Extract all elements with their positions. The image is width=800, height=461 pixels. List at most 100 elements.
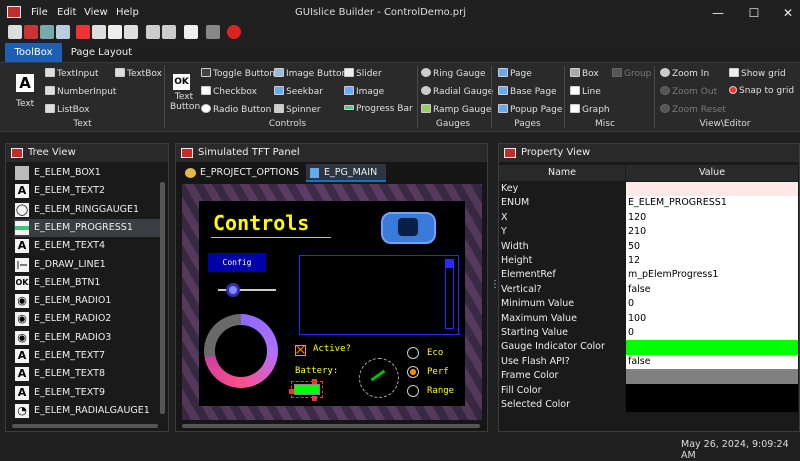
property-value[interactable]	[626, 369, 798, 384]
menu-help[interactable]: Help	[116, 7, 139, 18]
property-value[interactable]: 210	[626, 225, 798, 240]
tree-item[interactable]: ◔ E_ELEM_RADIALGAUGE1	[14, 402, 164, 420]
tree-item[interactable]: E_ELEM_BOX1	[14, 164, 164, 182]
ribbon-toggle-button[interactable]: Toggle Button	[201, 68, 275, 79]
ribbon-box[interactable]: Box	[570, 68, 599, 79]
tab-project-options[interactable]: E_PROJECT_OPTIONS	[182, 164, 304, 182]
new-project-icon[interactable]	[8, 25, 22, 39]
text-icon[interactable]: A	[16, 74, 34, 92]
close-button[interactable]: ✕	[778, 4, 798, 22]
tree-item[interactable]: A E_ELEM_TEXT4	[14, 237, 164, 255]
textbox-scroll-thumb[interactable]	[446, 260, 453, 268]
property-row[interactable]: Starting Value 0	[499, 326, 799, 341]
property-value[interactable]: 50	[626, 239, 798, 254]
radio-eco[interactable]	[407, 347, 419, 359]
tree-item[interactable]: ◯ E_ELEM_RINGGAUGE1	[14, 201, 164, 219]
property-row[interactable]: Height 12	[499, 254, 799, 269]
tree-item[interactable]: A E_ELEM_TEXT8	[14, 365, 164, 383]
property-value[interactable]: 120	[626, 210, 798, 226]
tree-hscrollbar[interactable]	[12, 424, 158, 428]
slider-thumb[interactable]	[226, 283, 240, 297]
property-row[interactable]: ElementRef m_pElemProgress1	[499, 268, 799, 283]
property-row[interactable]: Fill Color	[499, 383, 799, 398]
document-icon[interactable]	[124, 25, 138, 39]
property-value[interactable]: m_pElemProgress1	[626, 268, 798, 283]
ribbon-spinner[interactable]: Spinner	[274, 104, 321, 115]
ribbon-image-button[interactable]: Image Button	[274, 68, 347, 79]
ribbon-line[interactable]: Line	[570, 86, 601, 97]
ribbon-graph[interactable]: Graph	[570, 104, 610, 115]
tree-scrollbar[interactable]	[160, 182, 165, 414]
close-project-icon[interactable]	[24, 25, 38, 39]
ribbon-slider[interactable]: Slider	[344, 68, 382, 79]
ribbon-ring-gauge[interactable]: Ring Gauge	[421, 68, 485, 79]
property-value[interactable]	[626, 398, 798, 413]
cut-icon[interactable]	[76, 25, 90, 39]
property-row[interactable]: Vertical? false	[499, 282, 799, 298]
tree-item[interactable]: ◉ E_ELEM_RADIO3	[14, 329, 164, 347]
tree-item[interactable]: OK E_ELEM_BTN1	[14, 274, 164, 292]
ribbon-text-button[interactable]: Text Button	[170, 92, 200, 112]
ribbon-popup-page[interactable]: Popup Page	[498, 104, 562, 115]
tft-hscrollbar[interactable]	[182, 424, 480, 428]
selection-handle[interactable]	[312, 396, 317, 401]
column-header-value[interactable]: Value	[626, 165, 798, 181]
property-row[interactable]: Minimum Value 0	[499, 297, 799, 312]
ribbon-textbox[interactable]: TextBox	[115, 68, 162, 79]
property-value[interactable]	[626, 383, 798, 398]
copy-icon[interactable]	[92, 25, 106, 39]
ribbon-base-page[interactable]: Base Page	[498, 86, 557, 97]
minimize-button[interactable]: —	[708, 4, 728, 22]
ribbon-radial-gauge[interactable]: Radial Gauge	[421, 86, 493, 97]
property-row[interactable]: Gauge Indicator Color	[499, 340, 799, 355]
tree-item[interactable]: A E_ELEM_TEXT9	[14, 384, 164, 402]
ok-button-icon[interactable]: OK	[173, 74, 190, 90]
tree-item[interactable]: E_ELEM_PROGRESS1	[14, 218, 164, 237]
undo-icon[interactable]	[146, 25, 160, 39]
property-value[interactable]: 0	[626, 297, 798, 312]
property-value[interactable]	[626, 182, 798, 197]
textbox-frame[interactable]	[299, 255, 459, 335]
ribbon-page[interactable]: Page	[498, 68, 532, 79]
ribbon-show-grid[interactable]: Show grid	[729, 68, 786, 79]
property-value[interactable]: false	[626, 282, 798, 298]
ribbon-listbox[interactable]: ListBox	[45, 104, 89, 115]
ribbon-image[interactable]: Image	[344, 86, 384, 97]
splitter-handle[interactable]: ⋮	[490, 280, 500, 293]
trash-icon[interactable]	[206, 25, 220, 39]
tree-item[interactable]: A E_ELEM_TEXT2	[14, 182, 164, 200]
maximize-button[interactable]: ☐	[744, 4, 764, 22]
tab-page-layout[interactable]: Page Layout	[64, 43, 139, 62]
property-row[interactable]: Key	[499, 182, 799, 197]
property-row[interactable]: Width 50	[499, 239, 799, 254]
property-row[interactable]: Maximum Value 100	[499, 311, 799, 326]
textbox-scrollbar[interactable]	[445, 259, 454, 329]
ribbon-numberinput[interactable]: NumberInput	[45, 86, 116, 97]
tree-item[interactable]: |— E_DRAW_LINE1	[14, 256, 164, 274]
ribbon-seekbar[interactable]: Seekbar	[274, 86, 323, 97]
tab-toolbox[interactable]: ToolBox	[5, 43, 62, 62]
property-row[interactable]: ENUM E_ELEM_PROGRESS1	[499, 196, 799, 211]
property-row[interactable]: X 120	[499, 210, 799, 226]
tree-item[interactable]: A E_ELEM_TEXT7	[14, 347, 164, 365]
radial-gauge[interactable]	[359, 358, 399, 398]
property-value[interactable]: E_ELEM_PROGRESS1	[626, 196, 798, 211]
property-row[interactable]: Use Flash API? false	[499, 354, 799, 370]
property-value[interactable]: false	[626, 354, 798, 370]
menu-edit[interactable]: Edit	[57, 7, 76, 18]
ribbon-radio-button[interactable]: Radio Button	[201, 104, 271, 115]
property-row[interactable]: Frame Color	[499, 369, 799, 384]
ribbon-text[interactable]: Text	[16, 99, 34, 109]
ribbon-ramp-gauge[interactable]: Ramp Gauge	[421, 104, 491, 115]
tab-pg-main[interactable]: E_PG_MAIN	[306, 164, 386, 182]
grid-icon[interactable]	[184, 25, 198, 39]
app-icon[interactable]	[7, 6, 21, 18]
tree-item[interactable]: ◉ E_ELEM_RADIO2	[14, 310, 164, 328]
config-button[interactable]: Config	[208, 253, 266, 272]
ribbon-checkbox[interactable]: Checkbox	[201, 86, 257, 97]
paste-icon[interactable]	[108, 25, 122, 39]
property-value[interactable]: 100	[626, 311, 798, 326]
power-icon[interactable]	[227, 25, 241, 39]
radio-range[interactable]	[407, 385, 419, 397]
selection-handle[interactable]	[289, 389, 294, 394]
